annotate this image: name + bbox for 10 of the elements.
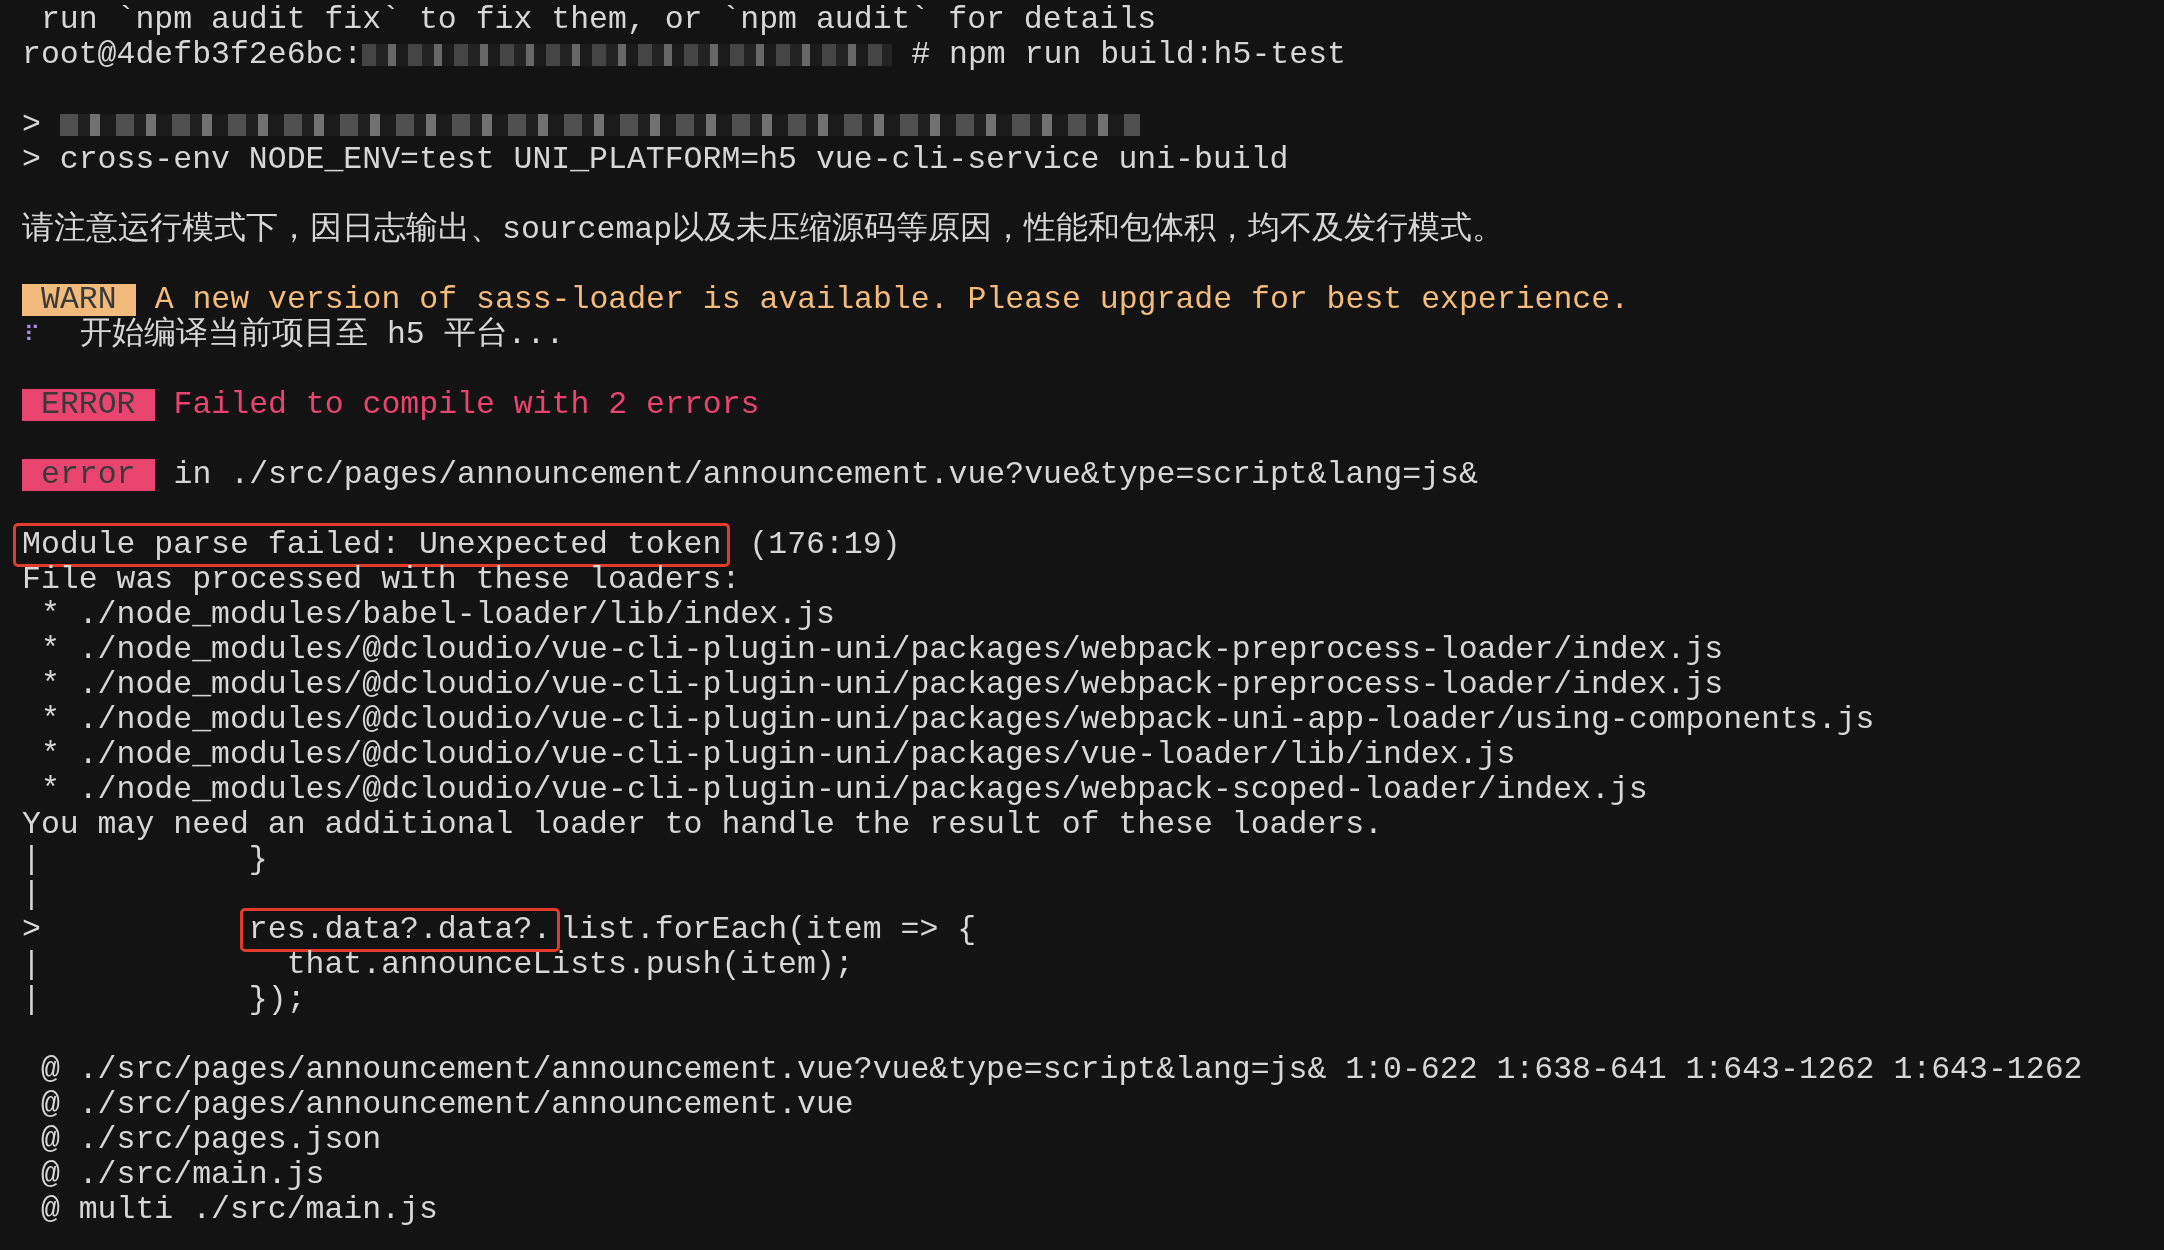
log-message: A new version of sass-loader is available. Please upgrade for best experience. (154, 280, 1630, 317)
terminal-line: 请注意运行模式下，因日志输出、sourcemap以及未压缩源码等原因，性能和包体积，均不及发行模式。 (22, 210, 1505, 249)
status-badge: error (22, 458, 155, 491)
log-message: Failed to compile with 2 errors (173, 385, 760, 424)
log-message: 开始编译当前项目至 h5 平台... (80, 315, 565, 354)
spinner-icon: ⠏ (24, 318, 40, 351)
status-badge: WARN (22, 283, 136, 316)
log-message: in ./src/pages/announcement/announcement.vue?vue&type=script&lang=js& (173, 455, 1478, 494)
status-badge: ERROR (22, 388, 155, 421)
terminal-line: (176:19) (748, 525, 901, 564)
